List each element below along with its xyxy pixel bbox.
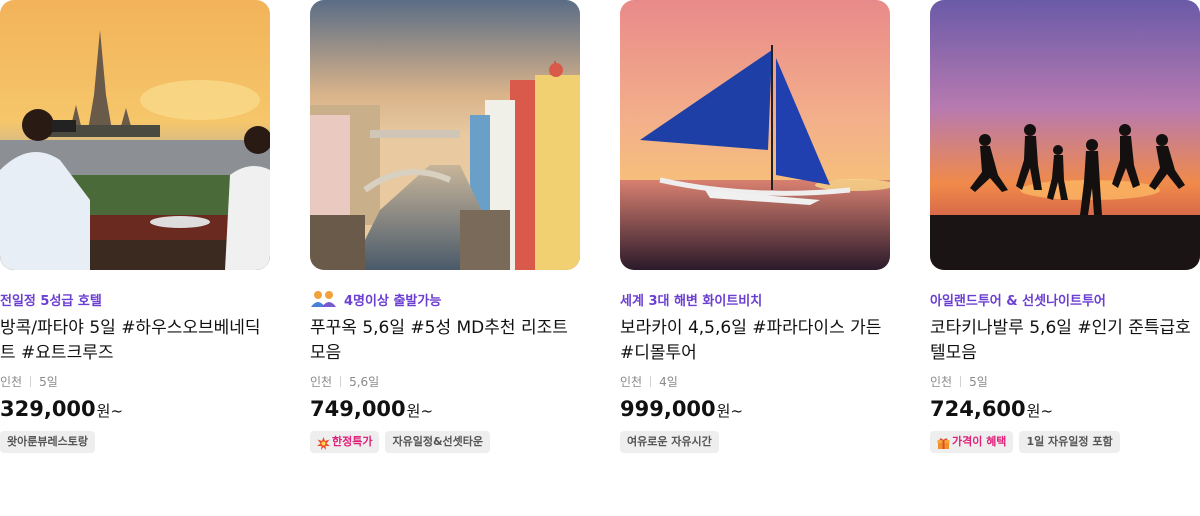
price-unit: 원~ — [406, 402, 434, 420]
venice-canal-town-photo — [310, 0, 580, 270]
product-tag: 1일 자유일정 포함 — [1019, 431, 1120, 453]
wat-arun-sunset-photo — [0, 0, 270, 270]
product-title[interactable]: 방콕/파타야 5일 #하우스오브베네딕트 #요트크루즈 — [0, 316, 270, 366]
people-group-icon — [310, 290, 338, 308]
product-thumbnail[interactable] — [930, 0, 1200, 270]
burst-icon — [317, 436, 330, 450]
departure-city: 인천 — [310, 374, 333, 389]
price-amount: 724,600 — [930, 397, 1026, 421]
product-title[interactable]: 보라카이 4,5,6일 #파라다이스 가든 #디몰투어 — [620, 316, 890, 366]
trip-duration: 5,6일 — [349, 374, 380, 389]
product-thumbnail[interactable] — [310, 0, 580, 270]
product-highlight: 전일정 5성급 호텔 — [0, 293, 102, 309]
product-tags: 왓아룬뷰레스토랑 — [0, 431, 270, 453]
jumping-silhouettes-photo — [930, 0, 1200, 270]
meta-divider — [30, 375, 32, 387]
sailboat-sunset-photo — [620, 0, 890, 270]
product-tag: 왓아룬뷰레스토랑 — [0, 431, 95, 453]
product-meta: 인천 5일 — [930, 373, 1200, 389]
product-card-grid: 전일정 5성급 호텔 방콕/파타야 5일 #하우스오브베네딕트 #요트크루즈 인… — [0, 0, 1200, 516]
product-card[interactable]: 4명이상 출발가능 푸꾸옥 5,6일 #5성 MD추천 리조트모음 인천 5,6… — [310, 0, 580, 453]
price-unit: 원~ — [1026, 402, 1054, 420]
product-thumbnail[interactable] — [620, 0, 890, 270]
product-highlight: 4명이상 출발가능 — [310, 290, 580, 309]
product-tag: 한정특가 — [310, 431, 380, 453]
product-card[interactable]: 세계 3대 해변 화이트비치 보라카이 4,5,6일 #파라다이스 가든 #디몰… — [620, 0, 890, 453]
product-card[interactable]: 전일정 5성급 호텔 방콕/파타야 5일 #하우스오브베네딕트 #요트크루즈 인… — [0, 0, 270, 453]
meta-divider — [340, 375, 342, 387]
product-price: 999,000 원~ — [620, 397, 890, 425]
price-unit: 원~ — [716, 402, 744, 420]
highlight-label: 4명이상 출발가능 — [344, 293, 442, 309]
meta-divider — [960, 375, 962, 387]
product-tag: 가격이 혜택 — [930, 431, 1014, 453]
gift-icon — [937, 436, 950, 449]
tag-label: 1일 자유일정 포함 — [1026, 435, 1113, 448]
product-highlight: 아일랜드투어 & 선셋나이트투어 — [930, 293, 1106, 309]
price-amount: 329,000 — [0, 397, 96, 421]
product-tags: 한정특가 자유일정&선셋타운 — [310, 431, 580, 453]
tag-label: 한정특가 — [332, 435, 373, 448]
trip-duration: 5일 — [969, 374, 988, 389]
product-price: 749,000 원~ — [310, 397, 580, 425]
product-meta: 인천 5,6일 — [310, 373, 580, 389]
product-tags: 여유로운 자유시간 — [620, 431, 890, 453]
product-highlight: 세계 3대 해변 화이트비치 — [620, 293, 763, 309]
product-meta: 인천 5일 — [0, 373, 270, 389]
trip-duration: 5일 — [39, 374, 58, 389]
tag-label: 왓아룬뷰레스토랑 — [7, 435, 88, 448]
price-amount: 999,000 — [620, 397, 716, 421]
departure-city: 인천 — [620, 374, 643, 389]
product-price: 329,000 원~ — [0, 397, 270, 425]
product-card[interactable]: 아일랜드투어 & 선셋나이트투어 코타키나발루 5,6일 #인기 준특급호텔모음… — [930, 0, 1200, 453]
product-thumbnail[interactable] — [0, 0, 270, 270]
tag-label: 가격이 혜택 — [952, 435, 1007, 448]
trip-duration: 4일 — [659, 374, 678, 389]
meta-divider — [650, 375, 652, 387]
product-tags: 가격이 혜택 1일 자유일정 포함 — [930, 431, 1200, 453]
price-unit: 원~ — [96, 402, 124, 420]
product-price: 724,600 원~ — [930, 397, 1200, 425]
tag-label: 자유일정&선셋타운 — [392, 435, 484, 448]
product-tag: 자유일정&선셋타운 — [385, 431, 491, 453]
price-amount: 749,000 — [310, 397, 406, 421]
departure-city: 인천 — [930, 374, 953, 389]
product-tag: 여유로운 자유시간 — [620, 431, 719, 453]
product-meta: 인천 4일 — [620, 373, 890, 389]
departure-city: 인천 — [0, 374, 23, 389]
product-title[interactable]: 푸꾸옥 5,6일 #5성 MD추천 리조트모음 — [310, 316, 580, 366]
product-title[interactable]: 코타키나발루 5,6일 #인기 준특급호텔모음 — [930, 316, 1200, 366]
tag-label: 여유로운 자유시간 — [627, 435, 712, 448]
